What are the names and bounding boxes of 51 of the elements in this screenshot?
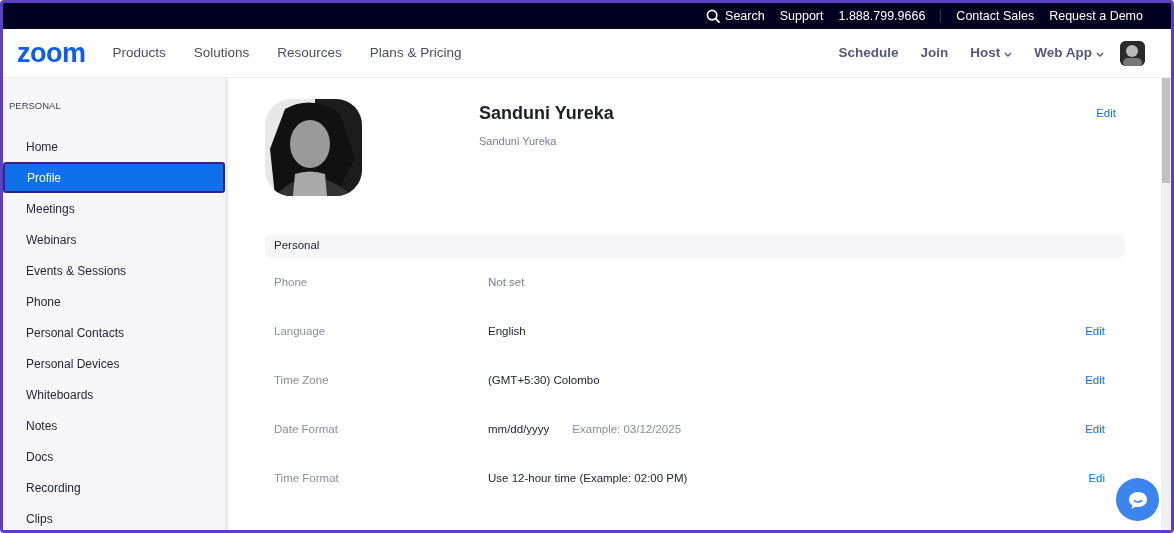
avatar[interactable] [1120, 40, 1145, 66]
sidebar-item[interactable]: Notes [3, 410, 225, 442]
nav-link[interactable]: Resources [277, 42, 342, 64]
sidebar-heading: PERSONAL [8, 99, 62, 113]
top-link[interactable]: 1.888.799.9666 [838, 6, 926, 26]
nav-action[interactable]: Join [920, 42, 949, 64]
sidebar-item[interactable]: Docs [3, 441, 225, 473]
top-link[interactable]: Support [779, 6, 824, 26]
edit-link[interactable]: Edi [1088, 469, 1105, 488]
sidebar-item[interactable]: Home [3, 131, 225, 163]
section-header: Personal [265, 234, 1125, 258]
sidebar-item[interactable]: Meetings [3, 193, 225, 225]
nav-link[interactable]: Products [112, 42, 166, 64]
field-label: Time Zone [274, 372, 330, 388]
sidebar-item[interactable]: Whiteboards [3, 379, 225, 411]
sidebar-item[interactable]: Personal Devices [3, 348, 225, 380]
nav-action[interactable]: Web App [1034, 42, 1104, 64]
nav-link[interactable]: Plans & Pricing [369, 42, 462, 64]
sidebar-item[interactable]: Webinars [3, 224, 225, 256]
field-label: Language [274, 323, 327, 339]
field-value: (GMT+5:30) Colombo [488, 372, 600, 388]
sidebar-item[interactable]: Phone [3, 286, 225, 318]
edit-link[interactable]: Edit [1085, 420, 1105, 439]
sidebar-item[interactable]: Profile [3, 162, 225, 194]
field-label: Date Format [274, 421, 339, 437]
chat-button[interactable] [1116, 478, 1159, 521]
edit-link[interactable]: Edit [1096, 99, 1125, 196]
search-icon [706, 8, 722, 24]
logo[interactable]: zoom [17, 39, 86, 67]
field-label: Phone [274, 274, 309, 290]
display-name: Sanduni Yureka [479, 134, 558, 149]
sidebar-item[interactable]: Personal Contacts [3, 317, 225, 349]
nav-link[interactable]: Solutions [193, 42, 250, 64]
field-value: English [488, 323, 526, 339]
search-link[interactable]: Search [706, 6, 765, 26]
field-value: Use 12-hour time (Example: 02:00 PM) [488, 470, 688, 486]
sidebar-item[interactable]: Recording [3, 472, 225, 504]
nav-action[interactable]: Host [970, 42, 1013, 64]
field-value: Not set [488, 274, 525, 290]
example-text: Example: 03/12/2025 [572, 421, 682, 437]
edit-link[interactable]: Edit [1085, 322, 1105, 341]
sidebar-item[interactable]: Events & Sessions [3, 255, 225, 287]
top-link[interactable]: Contact Sales [956, 6, 1035, 26]
field-label: Time Format [274, 470, 340, 486]
field-value: mm/dd/yyyy [488, 421, 550, 437]
chat-icon [1126, 489, 1149, 510]
nav-action[interactable]: Schedule [838, 42, 899, 64]
sidebar-item[interactable]: Clips [3, 503, 225, 530]
edit-link[interactable]: Edit [1085, 371, 1105, 390]
profile-name: Sanduni Yureka [479, 102, 615, 125]
top-link[interactable]: Request a Demo [1049, 6, 1143, 26]
